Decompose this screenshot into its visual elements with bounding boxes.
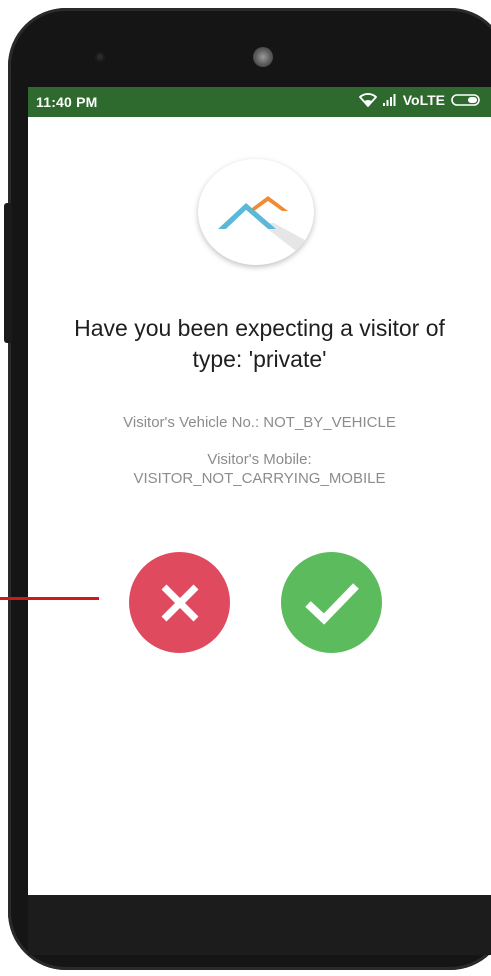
status-time: 11:40 PM: [36, 94, 98, 110]
front-camera: [95, 52, 105, 62]
status-bar: 11:40 PM VoLTE: [28, 87, 491, 117]
status-icons: VoLTE: [358, 92, 481, 108]
side-button: [4, 203, 12, 343]
visitor-question: Have you been expecting a visitor of typ…: [74, 315, 445, 372]
mobile-label: Visitor's Mobile:: [207, 451, 312, 468]
battery-icon: [451, 94, 480, 106]
annotation-pointer: [0, 597, 99, 600]
network-label: VoLTE: [402, 92, 445, 108]
mobile-value: VISITOR_NOT_CARRYING_MOBILE: [133, 470, 386, 487]
signal-icon: [382, 94, 396, 106]
accept-button[interactable]: [281, 552, 382, 653]
close-icon: [161, 584, 198, 621]
check-icon: [304, 582, 359, 625]
reject-button[interactable]: [129, 552, 230, 653]
roof-logo-icon: [218, 196, 314, 265]
app-logo: [198, 159, 314, 265]
earpiece-speaker: [253, 47, 273, 67]
bottom-bezel: [28, 895, 491, 955]
wifi-icon: [358, 93, 377, 107]
vehicle-number: Visitor's Vehicle No.: NOT_BY_VEHICLE: [123, 414, 396, 431]
screen: 11:40 PM VoLTE Have you been expecting a…: [28, 87, 491, 895]
